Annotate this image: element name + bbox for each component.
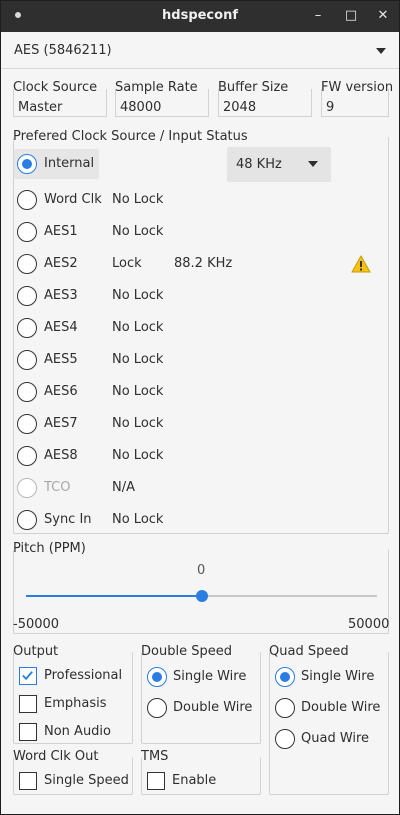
pitch-slider-fill [26, 595, 202, 597]
single-speed-checkbox[interactable] [19, 772, 37, 790]
clock-source-label: AES3 [44, 288, 78, 303]
clock-source-status: No Lock [112, 224, 164, 239]
pitch-max-label: 50000 [348, 617, 390, 632]
app-window: hdspeconf – □ ✕ AES (5846211) Clock Sour… [0, 0, 400, 815]
clock-source-status: No Lock [112, 320, 164, 335]
quad-speed-double-wire-label: Double Wire [301, 700, 381, 715]
pitch-min-label: -50000 [13, 617, 60, 632]
clock-source-radio[interactable] [17, 350, 37, 370]
non-audio-label: Non Audio [44, 724, 111, 739]
minimize-button[interactable]: – [307, 5, 329, 27]
clock-source-label: Sync In [44, 512, 92, 527]
quad-speed-single-wire-radio[interactable] [275, 667, 295, 687]
double-speed-single-wire-label: Single Wire [173, 669, 247, 684]
quad-speed-double-wire-radio[interactable] [275, 698, 295, 718]
clock-source-freq: 88.2 KHz [174, 256, 233, 271]
clock-source-label: AES6 [44, 384, 78, 399]
clock-source-status: No Lock [112, 448, 164, 463]
pitch-value: 0 [197, 563, 206, 578]
buffer-size-value: 2048 [223, 100, 257, 115]
internal-label: Internal [44, 156, 95, 171]
device-select[interactable]: AES (5846211) [2, 33, 399, 69]
clock-source-label: TCO [44, 480, 71, 495]
clock-source-label: AES4 [44, 320, 78, 335]
non-audio-checkbox[interactable] [19, 723, 37, 741]
double-speed-single-wire-radio[interactable] [147, 667, 167, 687]
emphasis-label: Emphasis [44, 696, 107, 711]
clock-source-status: No Lock [112, 416, 164, 431]
clock-source-radio[interactable] [17, 222, 37, 242]
warning-icon [351, 255, 371, 273]
single-speed-label: Single Speed [44, 773, 129, 788]
clock-source-radio[interactable] [17, 318, 37, 338]
emphasis-checkbox[interactable] [19, 695, 37, 713]
check-icon [22, 671, 33, 681]
professional-checkbox[interactable] [19, 667, 37, 685]
maximize-button[interactable]: □ [340, 5, 362, 27]
clock-source-status: No Lock [112, 192, 164, 207]
sample-rate-value: 48000 [120, 100, 162, 115]
quad-speed-quad-wire-radio[interactable] [275, 729, 295, 749]
pitch-slider-handle[interactable] [195, 590, 208, 602]
clock-source-value: Master [18, 100, 63, 115]
device-select-value: AES (5846211) [14, 43, 112, 58]
chevron-down-icon [376, 48, 386, 54]
quad-speed-quad-wire-label: Quad Wire [301, 731, 370, 746]
clock-source-radio[interactable] [17, 190, 37, 210]
clock-source-radio [17, 478, 37, 498]
clock-source-radio[interactable] [17, 286, 37, 306]
chevron-down-icon [308, 161, 318, 167]
clock-source-status: No Lock [112, 352, 164, 367]
fw-version-value: 9 [326, 100, 335, 115]
clock-source-status: N/A [112, 480, 135, 495]
internal-radio[interactable] [17, 154, 37, 174]
clock-source-radio[interactable] [17, 446, 37, 466]
clock-source-label: AES5 [44, 352, 78, 367]
clock-source-status: No Lock [112, 512, 164, 527]
close-button[interactable]: ✕ [372, 5, 394, 27]
clock-source-status: No Lock [112, 288, 164, 303]
clock-source-radio[interactable] [17, 414, 37, 434]
professional-label: Professional [44, 668, 123, 683]
clock-source-radio[interactable] [17, 382, 37, 402]
clock-source-status: No Lock [112, 384, 164, 399]
internal-freq-value: 48 KHz [236, 157, 282, 172]
clock-source-radio[interactable] [17, 254, 37, 274]
quad-speed-single-wire-label: Single Wire [301, 669, 375, 684]
clock-source-label: AES8 [44, 448, 78, 463]
clock-source-label: AES7 [44, 416, 78, 431]
internal-freq-select[interactable]: 48 KHz [227, 147, 331, 182]
clock-source-status: Lock [112, 256, 142, 271]
clock-source-label: AES2 [44, 256, 78, 271]
double-speed-double-wire-label: Double Wire [173, 700, 253, 715]
title-bar: hdspeconf – □ ✕ [1, 1, 399, 32]
clock-source-label: Word Clk [44, 192, 102, 207]
tms-enable-checkbox[interactable] [147, 772, 165, 790]
clock-source-label: AES1 [44, 224, 78, 239]
clock-source-radio[interactable] [17, 510, 37, 530]
double-speed-double-wire-radio[interactable] [147, 698, 167, 718]
tms-enable-label: Enable [172, 773, 217, 788]
